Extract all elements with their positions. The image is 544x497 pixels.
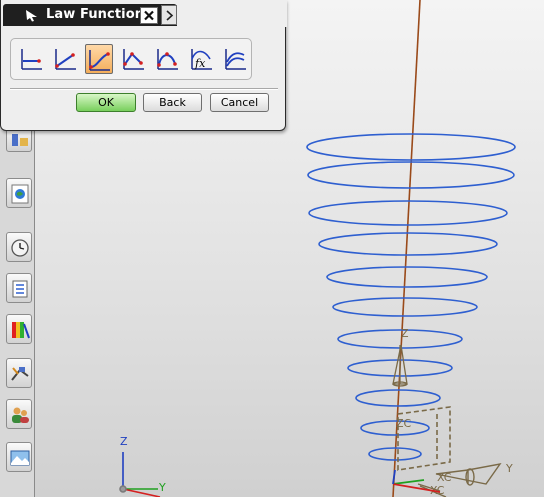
cubic-law-icon [89,50,110,71]
part-navigator-tab[interactable] [6,273,32,303]
process-tools-icon [11,367,29,381]
linear-along-spine-law-icon [123,49,144,70]
law-type-selector: fx [10,38,252,80]
law-type-by-equation-button[interactable]: fx [187,44,215,74]
ok-button[interactable]: OK [76,93,136,112]
dialog-close-button[interactable] [140,7,158,24]
helix-curve [306,133,516,461]
law-function-dialog: Law Function fx OK Back Cancel [0,0,287,131]
by-equation-law-icon: fx [191,49,212,70]
linear-law-icon [55,49,76,70]
datum-xc-label: XC [437,471,452,484]
assembly-navigator-icon [12,134,28,146]
dialog-title: Law Function [46,7,145,22]
law-type-linear-button[interactable] [51,44,79,74]
view-triad [119,452,161,497]
system-scenes-icon [10,450,30,466]
dialog-pin-icon[interactable] [24,8,40,22]
helix-turn [326,266,488,288]
web-browser-tab[interactable] [6,178,32,208]
svg-text:fx: fx [194,57,206,70]
law-type-linear-along-spine-button[interactable] [119,44,147,74]
view-triad-y-label: Y [158,481,166,494]
web-browser-icon [11,184,29,204]
law-type-cubic-along-spine-button[interactable] [153,44,181,74]
dialog-divider [10,88,278,90]
cancel-button[interactable]: Cancel [210,93,269,112]
palette-tab[interactable] [6,314,32,344]
dialog-tabstrip: Law Function [1,0,287,27]
cubic-along-spine-law-icon [157,49,178,70]
roles-icon [12,407,29,423]
chevron-right-icon [166,10,174,21]
helix-z-label: Z [401,327,409,340]
wcs-zc-label: ZC [396,417,412,430]
system-scenes-tab[interactable] [6,442,32,472]
datum-y-label: Y [505,462,513,475]
history-tab[interactable] [6,232,32,262]
process-tools-tab[interactable] [6,358,32,388]
by-law-curve-icon [225,49,246,70]
tab-scroll-right-button[interactable] [161,5,177,25]
part-navigator-icon [12,280,28,298]
helix-turn [360,420,430,436]
close-icon [144,10,154,21]
vector-direction-cone [392,344,408,387]
history-icon [11,239,29,257]
constant-law-icon [21,49,42,70]
back-button[interactable]: Back [143,93,202,112]
law-type-cubic-button[interactable] [85,44,113,74]
roles-tab[interactable] [6,399,32,429]
view-triad-z-label: Z [120,435,128,448]
helix-turn [332,297,478,317]
palette-icon [12,322,30,339]
law-type-by-law-curve-button[interactable] [221,44,249,74]
law-type-constant-button[interactable] [17,44,45,74]
helix-turn [318,232,498,256]
